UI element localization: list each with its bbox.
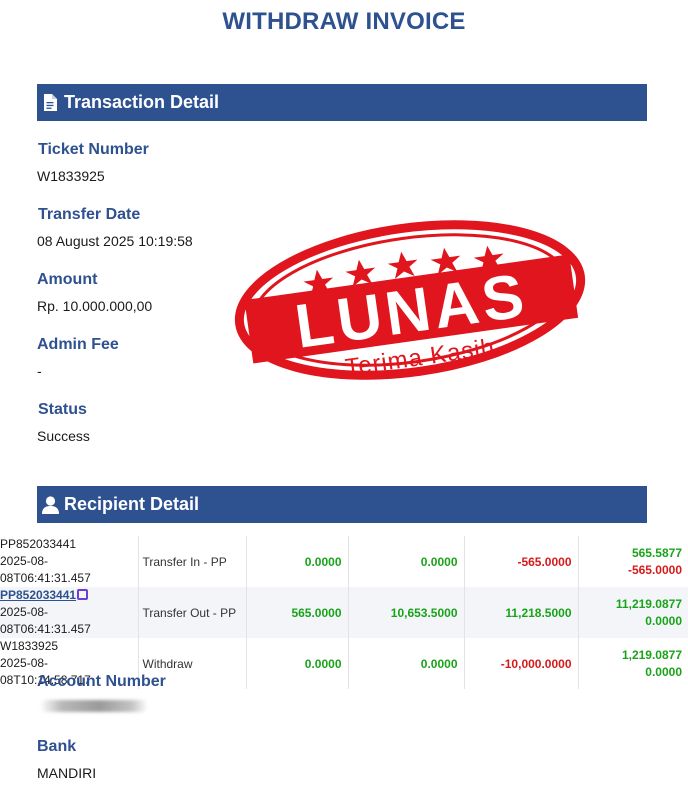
admin-fee-value: -	[37, 363, 42, 379]
type-cell: Transfer In - PP	[138, 536, 247, 587]
value-cell: 0.0000	[246, 638, 349, 689]
transfer-date-label: Transfer Date	[38, 206, 141, 223]
ticket-number-label: Ticket Number	[38, 141, 149, 158]
type-cell: Transfer Out - PP	[138, 587, 247, 638]
balance-change: 0.0000	[645, 613, 682, 628]
ref-id: PP852033441	[0, 537, 77, 551]
user-icon	[41, 495, 59, 515]
balance-cell: 1,219.0877 0.0000	[578, 638, 688, 689]
recipient-detail-title: Recipient Detail	[64, 494, 200, 514]
balance-cell: 565.5877 -565.0000	[578, 536, 688, 587]
account-number-redacted	[40, 700, 148, 712]
value-cell: -565.0000	[464, 536, 579, 587]
ref-id: W1833925	[0, 639, 59, 653]
value-cell: 10,653.5000	[348, 587, 465, 638]
ref-time: 2025-08-08T06:41:31.457	[0, 554, 91, 585]
lunas-stamp: LUNAS Terima Kasih	[230, 215, 590, 385]
recipient-transactions-table: PP852033441 2025-08-08T06:41:31.457 Tran…	[0, 536, 688, 689]
copy-icon[interactable]	[77, 589, 89, 600]
document-icon	[41, 93, 59, 113]
status-value: Success	[37, 428, 90, 444]
balance-value: 1,219.0877	[621, 647, 682, 662]
status-label: Status	[38, 401, 87, 418]
transaction-detail-title: Transaction Detail	[64, 92, 220, 112]
value-cell: -10,000.0000	[464, 638, 579, 689]
bank-value: MANDIRI	[37, 765, 97, 781]
ref-time: 2025-08-08T06:41:31.457	[0, 605, 91, 636]
ref-cell: PP852033441 2025-08-08T06:41:31.457	[0, 536, 139, 587]
admin-fee-label: Admin Fee	[37, 336, 119, 353]
balance-value: 11,219.0877	[615, 596, 682, 611]
table-row: PP852033441 2025-08-08T06:41:31.457 Tran…	[0, 536, 688, 587]
transfer-date-value: 08 August 2025 10:19:58	[37, 233, 193, 249]
value-cell: 0.0000	[348, 638, 465, 689]
balance-cell: 11,219.0877 0.0000	[578, 587, 688, 638]
value-cell: 11,218.5000	[464, 587, 579, 638]
balance-change: 0.0000	[645, 664, 682, 679]
ref-cell: PP852033441 2025-08-08T06:41:31.457	[0, 587, 139, 638]
ticket-number-value: W1833925	[37, 168, 105, 184]
balance-value: 565.5877	[631, 545, 682, 560]
recipient-detail-header: Recipient Detail	[37, 486, 647, 523]
table-row: PP852033441 2025-08-08T06:41:31.457 Tran…	[0, 587, 688, 638]
bank-label: Bank	[37, 738, 77, 755]
transaction-detail-header: Transaction Detail	[37, 84, 647, 121]
value-cell: 0.0000	[246, 536, 349, 587]
ref-link[interactable]: PP852033441	[0, 588, 76, 602]
value-cell: 565.0000	[246, 587, 349, 638]
amount-label: Amount	[37, 271, 98, 288]
amount-value: Rp. 10.000.000,00	[37, 298, 153, 314]
value-cell: 0.0000	[348, 536, 465, 587]
page-title: WITHDRAW INVOICE	[222, 8, 466, 35]
balance-change: -565.0000	[627, 562, 682, 577]
account-number-label: Account Number	[37, 673, 166, 690]
